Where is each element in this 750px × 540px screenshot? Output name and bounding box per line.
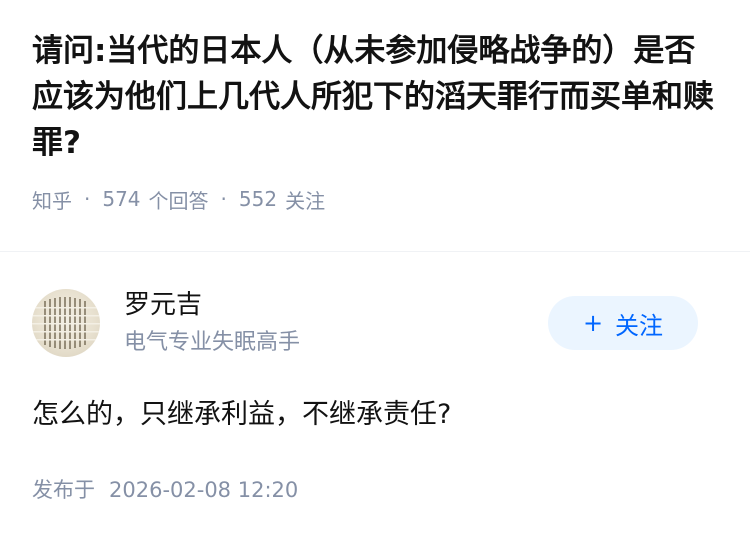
- author-name[interactable]: 罗元吉: [124, 287, 300, 323]
- meta-separator: ·: [84, 187, 91, 211]
- publish-time: 2026-02-08 12:20: [109, 478, 299, 502]
- answer-count: 574: [102, 187, 141, 211]
- source-label[interactable]: 知乎: [32, 185, 72, 214]
- publish-info: 发布于 2026-02-08 12:20: [32, 475, 298, 505]
- follow-count-label[interactable]: 关注: [285, 185, 325, 214]
- answer-content[interactable]: 怎么的，只继承利益，不继承责任?: [32, 395, 451, 435]
- follow-button-label: 关注: [615, 311, 664, 340]
- answer-card: 罗元吉 电气专业失眠高手 + 关注 怎么的，只继承利益，不继承责任? 发布于 2…: [32, 283, 718, 502]
- calligraphy-avatar-icon: [32, 297, 100, 349]
- author-row: 罗元吉 电气专业失眠高手 + 关注: [32, 283, 718, 363]
- meta-separator: ·: [220, 187, 227, 211]
- follow-button[interactable]: + 关注: [548, 296, 698, 350]
- question-title[interactable]: 请问:当代的日本人（从未参加侵略战争的）是否应该为他们上几代人所犯下的滔天罪行而…: [32, 28, 722, 166]
- follow-count: 552: [238, 187, 278, 211]
- section-divider: [0, 251, 750, 252]
- answer-count-label[interactable]: 个回答: [149, 185, 209, 214]
- question-header: 请问:当代的日本人（从未参加侵略战争的）是否应该为他们上几代人所犯下的滔天罪行而…: [0, 0, 750, 214]
- avatar[interactable]: [32, 289, 100, 357]
- question-meta: 知乎 · 574 个回答 · 552 关注: [32, 184, 718, 214]
- author-bio: 电气专业失眠高手: [124, 330, 301, 355]
- plus-icon: +: [582, 309, 604, 337]
- publish-label: 发布于: [32, 478, 95, 502]
- author-info: 罗元吉 电气专业失眠高手: [124, 287, 300, 359]
